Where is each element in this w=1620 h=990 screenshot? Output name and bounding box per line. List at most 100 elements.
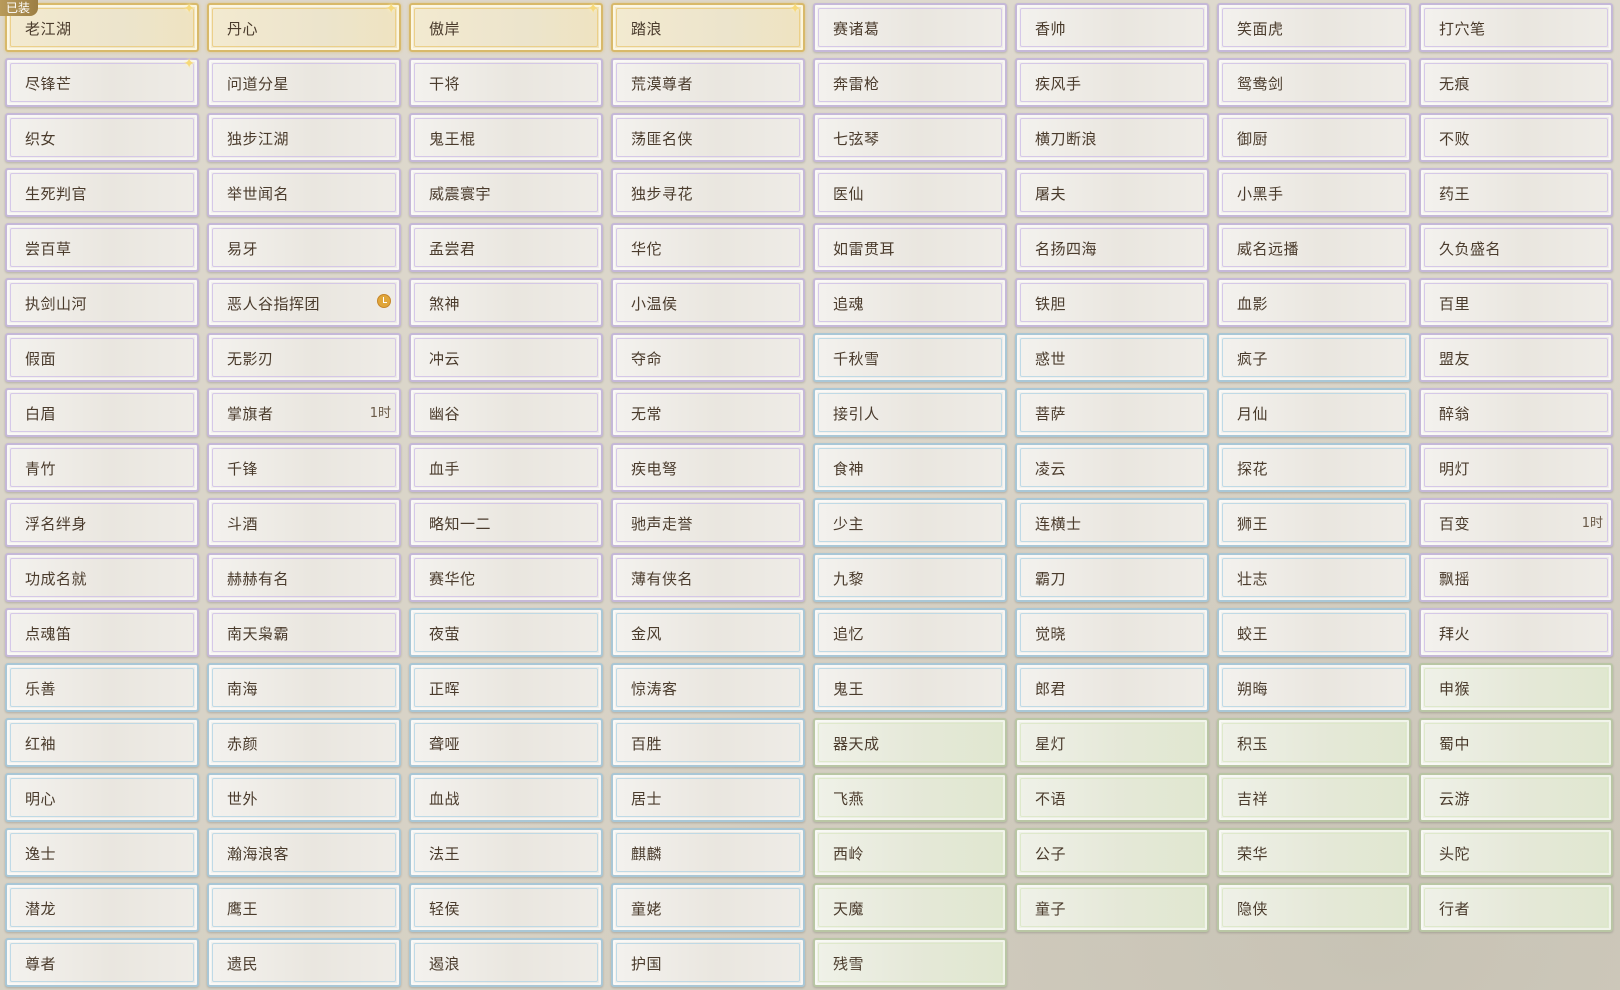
title-tile[interactable]: 百变 1时 [1419,498,1613,547]
title-tile[interactable]: 隐侠 [1217,883,1411,932]
title-tile[interactable]: 医仙 [813,168,1007,217]
title-tile[interactable]: 威名远播 [1217,223,1411,272]
title-tile[interactable]: 笑面虎 [1217,3,1411,52]
title-tile[interactable]: 踏浪 ✦ [611,2,805,52]
title-tile[interactable]: 星灯 [1015,718,1209,767]
title-tile[interactable]: 香帅 [1015,3,1209,52]
title-tile[interactable]: 红袖 [5,718,199,767]
title-tile[interactable]: 干将 [409,58,603,107]
title-tile[interactable]: 易牙 [207,223,401,272]
title-tile[interactable]: 聋哑 [409,718,603,767]
title-tile[interactable]: 铁胆 [1015,278,1209,327]
title-tile[interactable]: 织女 [5,113,199,162]
title-tile[interactable]: 小温侯 [611,278,805,327]
title-tile[interactable]: 追忆 [813,608,1007,657]
title-tile[interactable]: 法王 [409,828,603,877]
title-tile[interactable]: 打穴笔 [1419,3,1613,52]
title-tile[interactable]: 食神 [813,443,1007,492]
title-tile[interactable]: 驰声走誉 [611,498,805,547]
title-tile[interactable]: 拜火 [1419,608,1613,657]
title-tile[interactable]: 飞燕 [813,773,1007,822]
title-tile[interactable]: 赛华佗 [409,553,603,602]
title-tile[interactable]: 鹰王 [207,883,401,932]
title-tile[interactable]: 金风 [611,608,805,657]
title-tile[interactable]: 恶人谷指挥团 [207,278,401,327]
title-tile[interactable]: 少主 [813,498,1007,547]
title-tile[interactable]: 夜萤 [409,608,603,657]
title-tile[interactable]: 不语 [1015,773,1209,822]
title-tile[interactable]: 华佗 [611,223,805,272]
title-tile[interactable]: 白眉 [5,388,199,437]
title-tile[interactable]: 世外 [207,773,401,822]
title-tile[interactable]: 接引人 [813,388,1007,437]
title-tile[interactable]: 血手 [409,443,603,492]
title-tile[interactable]: 血影 [1217,278,1411,327]
title-tile[interactable]: 独步寻花 [611,168,805,217]
title-tile[interactable]: 行者 [1419,883,1613,932]
title-tile[interactable]: 护国 [611,938,805,987]
title-tile[interactable]: 生死判官 [5,168,199,217]
title-tile[interactable]: 功成名就 [5,553,199,602]
title-tile[interactable]: 狮王 [1217,498,1411,547]
title-tile[interactable]: 无痕 [1419,58,1613,107]
title-tile[interactable]: 百里 [1419,278,1613,327]
title-tile[interactable]: 连横士 [1015,498,1209,547]
title-tile[interactable]: 丹心 ✦ [207,2,401,52]
title-tile[interactable]: 童子 [1015,883,1209,932]
title-tile[interactable]: 尝百草 [5,223,199,272]
title-tile[interactable]: 疾电弩 [611,443,805,492]
title-tile[interactable]: 薄有侠名 [611,553,805,602]
title-tile[interactable]: 潜龙 [5,883,199,932]
title-tile[interactable]: 百胜 [611,718,805,767]
title-tile[interactable]: 觉晓 [1015,608,1209,657]
title-tile[interactable]: 名扬四海 [1015,223,1209,272]
title-tile[interactable]: 傲岸 ✦ [409,2,603,52]
title-tile[interactable]: 御厨 [1217,113,1411,162]
title-tile[interactable]: 举世闻名 [207,168,401,217]
title-tile[interactable]: 假面 [5,333,199,382]
title-tile[interactable]: 无影刃 [207,333,401,382]
title-tile[interactable]: 南天枭霸 [207,608,401,657]
title-tile[interactable]: 瀚海浪客 [207,828,401,877]
title-tile[interactable]: 血战 [409,773,603,822]
title-tile[interactable]: 遗民 [207,938,401,987]
title-tile[interactable]: 药王 [1419,168,1613,217]
title-tile[interactable]: 荡匪名侠 [611,113,805,162]
title-tile[interactable]: 浮名绊身 [5,498,199,547]
title-tile[interactable]: 孟尝君 [409,223,603,272]
title-tile[interactable]: 公子 [1015,828,1209,877]
title-tile[interactable]: 探花 [1217,443,1411,492]
title-tile[interactable]: 器天成 [813,718,1007,767]
title-tile[interactable]: 九黎 [813,553,1007,602]
title-tile[interactable]: 醉翁 [1419,388,1613,437]
title-tile[interactable]: 霸刀 [1015,553,1209,602]
title-tile[interactable]: 追魂 [813,278,1007,327]
title-tile[interactable]: 南海 [207,663,401,712]
title-tile[interactable]: 独步江湖 [207,113,401,162]
title-tile[interactable]: 煞神 [409,278,603,327]
title-tile[interactable]: 蛟王 [1217,608,1411,657]
title-tile[interactable]: 赛诸葛 [813,3,1007,52]
title-tile[interactable]: 明心 [5,773,199,822]
title-tile[interactable]: 斗酒 [207,498,401,547]
title-tile[interactable]: 吉祥 [1217,773,1411,822]
title-tile[interactable]: 菩萨 [1015,388,1209,437]
title-tile[interactable]: 掌旗者 1时 [207,388,401,437]
title-tile[interactable]: 郎君 [1015,663,1209,712]
title-tile[interactable]: 荒漠尊者 [611,58,805,107]
title-tile[interactable]: 遏浪 [409,938,603,987]
title-tile[interactable]: 七弦琴 [813,113,1007,162]
title-tile[interactable]: 赫赫有名 [207,553,401,602]
title-tile[interactable]: 申猴 [1419,663,1613,712]
title-tile[interactable]: 头陀 [1419,828,1613,877]
title-tile[interactable]: 云游 [1419,773,1613,822]
title-tile[interactable]: 点魂笛 [5,608,199,657]
title-tile[interactable]: 久负盛名 [1419,223,1613,272]
title-tile[interactable]: 尊者 [5,938,199,987]
title-tile[interactable]: 惑世 [1015,333,1209,382]
title-tile[interactable]: 残雪 [813,938,1007,987]
title-tile[interactable]: 夺命 [611,333,805,382]
title-tile[interactable]: 疾风手 [1015,58,1209,107]
title-tile[interactable]: 执剑山河 [5,278,199,327]
title-tile[interactable]: 奔雷枪 [813,58,1007,107]
